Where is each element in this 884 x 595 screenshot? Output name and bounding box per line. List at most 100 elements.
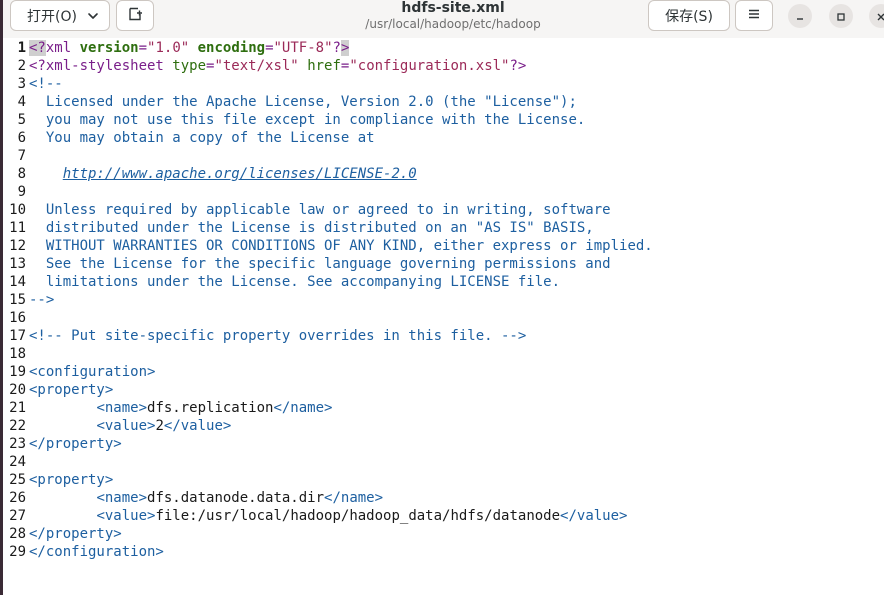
code-line[interactable]: <name>dfs.datanode.data.dir</name> bbox=[29, 489, 383, 507]
line-number: 26 bbox=[9, 490, 26, 506]
line-number: 12 bbox=[9, 238, 26, 254]
code-line[interactable]: <property> bbox=[29, 381, 113, 399]
line-number: 6 bbox=[17, 130, 26, 146]
code-line[interactable]: <value>file:/usr/local/hadoop/hadoop_dat… bbox=[29, 507, 627, 525]
code-line[interactable]: <value>2</value> bbox=[29, 417, 231, 435]
code-line[interactable]: Licensed under the Apache License, Versi… bbox=[29, 93, 577, 111]
code-line[interactable]: <property> bbox=[29, 471, 113, 489]
code-line[interactable]: </configuration> bbox=[29, 543, 164, 561]
code-line[interactable]: <?xml version="1.0" encoding="UTF-8"?> bbox=[29, 39, 350, 57]
line-number: 28 bbox=[9, 526, 26, 542]
line-number: 29 bbox=[9, 544, 26, 560]
line-number: 8 bbox=[17, 166, 26, 182]
code-token: "configuration.xsl" bbox=[349, 58, 510, 74]
code-token: "text/xsl" bbox=[214, 58, 299, 74]
code-token: <property> bbox=[29, 472, 114, 488]
line-number: 2 bbox=[17, 58, 26, 74]
line-number: 18 bbox=[9, 346, 26, 362]
code-line[interactable]: <!-- bbox=[29, 75, 63, 93]
code-link[interactable]: http://www.apache.org/licenses/LICENSE-2… bbox=[63, 166, 417, 182]
chevron-down-icon bbox=[86, 9, 100, 23]
code-line[interactable]: See the License for the specific languag… bbox=[29, 255, 611, 273]
document-title: hdfs-site.xml bbox=[401, 0, 505, 16]
minimize-button[interactable] bbox=[788, 4, 812, 28]
code-token: <value> bbox=[96, 418, 156, 434]
code-line[interactable]: --> bbox=[29, 291, 54, 309]
line-number: 3 bbox=[17, 76, 26, 92]
line-number: 4 bbox=[17, 94, 26, 110]
line-number: 23 bbox=[9, 436, 26, 452]
code-token: ? bbox=[332, 40, 341, 56]
code-token: xml bbox=[45, 40, 80, 56]
code-token: </name> bbox=[273, 400, 333, 416]
code-token: 2 bbox=[155, 418, 164, 434]
code-line[interactable]: <!-- Put site-specific property override… bbox=[29, 327, 526, 345]
code-token: dfs.datanode.data.dir bbox=[147, 490, 325, 506]
save-button[interactable]: 保存(S) bbox=[648, 0, 730, 31]
code-token: version bbox=[79, 40, 139, 56]
open-button[interactable]: 打开(O) bbox=[10, 0, 110, 31]
line-number: 1 bbox=[17, 40, 26, 56]
code-line[interactable]: </property> bbox=[29, 435, 122, 453]
line-number: 22 bbox=[9, 418, 26, 434]
close-button[interactable] bbox=[869, 4, 884, 28]
code-token: <property> bbox=[29, 382, 114, 398]
code-token: See the License for the specific languag… bbox=[29, 256, 611, 272]
line-number: 11 bbox=[9, 220, 26, 236]
code-area[interactable]: <?xml version="1.0" encoding="UTF-8"?> <?… bbox=[29, 38, 884, 595]
code-line[interactable]: </property> bbox=[29, 525, 122, 543]
code-line[interactable]: WITHOUT WARRANTIES OR CONDITIONS OF ANY … bbox=[29, 237, 653, 255]
line-number: 17 bbox=[9, 328, 26, 344]
code-token: <? bbox=[29, 40, 46, 56]
code-token: You may obtain a copy of the License at bbox=[29, 130, 375, 146]
code-token: <!-- Put site-specific property override… bbox=[29, 328, 527, 344]
code-token: href bbox=[307, 58, 341, 74]
code-line[interactable]: <configuration> bbox=[29, 363, 155, 381]
code-token: </property> bbox=[29, 526, 122, 542]
line-number: 24 bbox=[9, 454, 26, 470]
code-token: = bbox=[265, 40, 274, 56]
line-number: 14 bbox=[9, 274, 26, 290]
code-token: = bbox=[138, 40, 148, 56]
line-number: 7 bbox=[17, 148, 26, 164]
code-line[interactable]: limitations under the License. See accom… bbox=[29, 273, 560, 291]
code-token: you may not use this file except in comp… bbox=[29, 112, 586, 128]
code-line[interactable]: http://www.apache.org/licenses/LICENSE-2… bbox=[29, 165, 417, 183]
code-line[interactable]: you may not use this file except in comp… bbox=[29, 111, 585, 129]
text-editor[interactable]: 1 2 3 4 5 6 7 8 9 10 11 12 13 14 15 16 17 18 19 20 21 22 23 24 2… bbox=[3, 38, 884, 595]
code-token: <?xml-stylesheet bbox=[29, 58, 173, 74]
new-tab-button[interactable] bbox=[116, 0, 154, 31]
code-token: --> bbox=[29, 292, 55, 308]
code-token: dfs.replication bbox=[147, 400, 274, 416]
code-line[interactable]: <name>dfs.replication</name> bbox=[29, 399, 332, 417]
code-line[interactable]: You may obtain a copy of the License at bbox=[29, 129, 375, 147]
code-token: limitations under the License. See accom… bbox=[29, 274, 561, 290]
code-token: </value> bbox=[163, 418, 232, 434]
code-line[interactable]: <?xml-stylesheet type="text/xsl" href="c… bbox=[29, 57, 526, 75]
open-button-label: 打开(O) bbox=[27, 8, 77, 25]
line-number: 13 bbox=[9, 256, 26, 272]
maximize-button[interactable] bbox=[829, 4, 853, 28]
close-icon bbox=[876, 7, 884, 26]
main-menu-button[interactable] bbox=[735, 0, 773, 31]
code-token: type bbox=[172, 58, 207, 74]
code-token: file:/usr/local/hadoop/hadoop_data/hdfs/… bbox=[155, 508, 561, 524]
code-token: <name> bbox=[96, 490, 148, 506]
code-token: </name> bbox=[324, 490, 384, 506]
code-token: Unless required by applicable law or agr… bbox=[29, 202, 611, 218]
code-line[interactable]: distributed under the License is distrib… bbox=[29, 219, 594, 237]
line-number: 10 bbox=[9, 202, 26, 218]
code-token: ?> bbox=[509, 58, 527, 74]
save-button-label: 保存(S) bbox=[665, 8, 713, 25]
line-number: 25 bbox=[9, 472, 26, 488]
code-token: </property> bbox=[29, 436, 122, 452]
code-line[interactable]: Unless required by applicable law or agr… bbox=[29, 201, 611, 219]
code-token: "UTF-8" bbox=[273, 40, 333, 56]
code-token: distributed under the License is distrib… bbox=[29, 220, 594, 236]
